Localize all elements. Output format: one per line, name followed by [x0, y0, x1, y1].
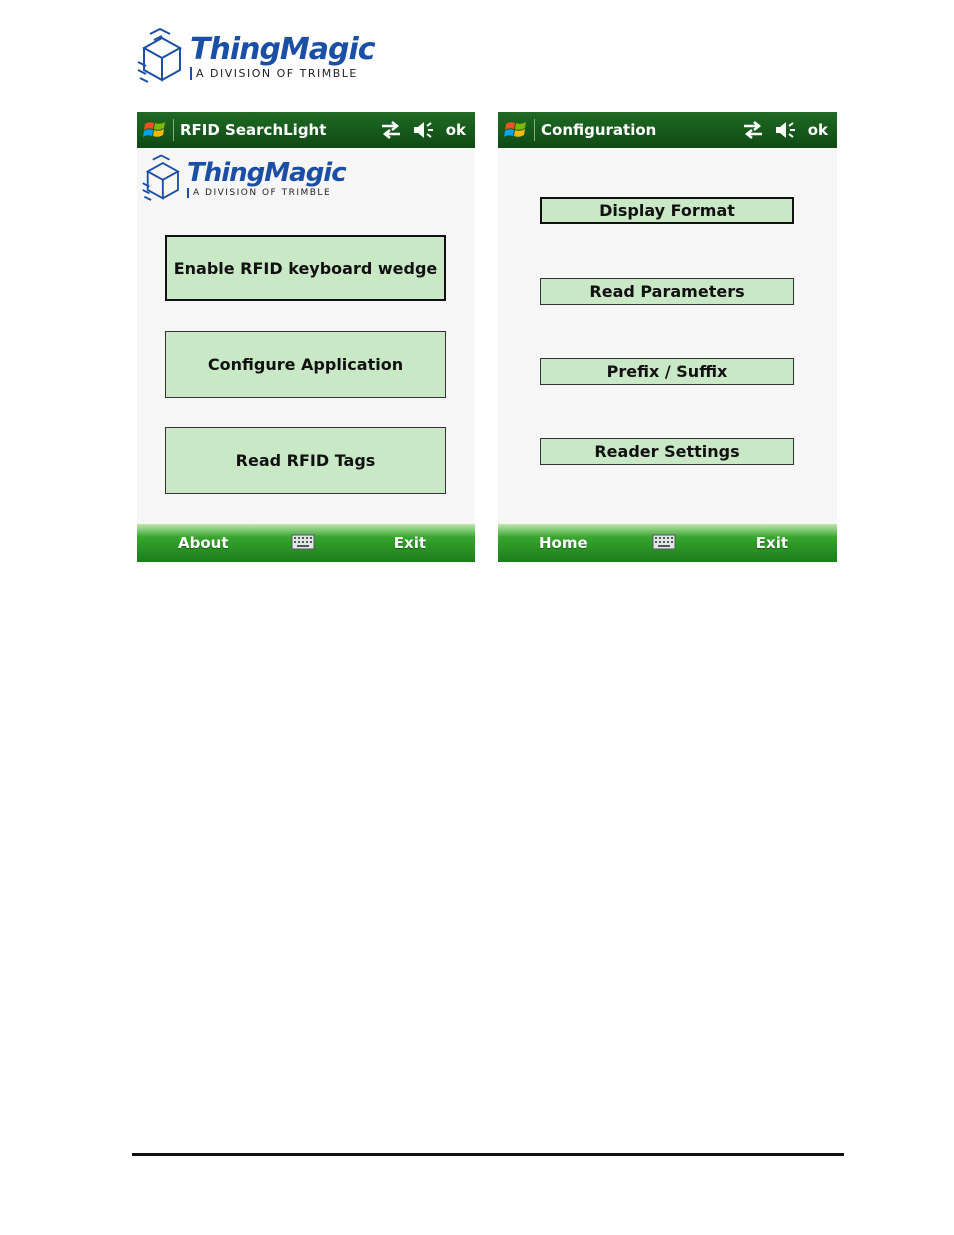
read-rfid-tags-button[interactable]: Read RFID Tags — [165, 427, 446, 494]
title-separator — [534, 119, 535, 141]
logo-tagline: A DIVISION OF TRIMBLE — [190, 66, 375, 80]
configuration-screen: Configuration ok Display Format Read Par… — [498, 112, 837, 562]
prefix-suffix-button[interactable]: Prefix / Suffix — [540, 358, 794, 385]
logo-name: ThingMagic — [187, 158, 347, 188]
keyboard-icon[interactable] — [291, 534, 315, 550]
speaker-icon[interactable] — [412, 120, 436, 140]
connectivity-icon[interactable] — [380, 121, 402, 139]
thingmagic-logo-small: ThingMagic A DIVISION OF TRIMBLE — [141, 152, 347, 206]
title-bar: Configuration ok — [498, 112, 837, 148]
reader-settings-button[interactable]: Reader Settings — [540, 438, 794, 465]
title-separator — [173, 119, 174, 141]
main-menu-screen: RFID SearchLight ok ThingMagic A DIVISIO… — [137, 112, 475, 562]
windows-start-icon[interactable] — [502, 116, 530, 144]
soft-key-bar: About Exit — [137, 524, 475, 562]
read-parameters-button[interactable]: Read Parameters — [540, 278, 794, 305]
ok-button[interactable]: ok — [446, 121, 466, 139]
keyboard-icon[interactable] — [652, 534, 676, 550]
exit-softkey[interactable]: Exit — [756, 534, 788, 552]
logo-tagline: A DIVISION OF TRIMBLE — [187, 188, 346, 198]
soft-key-bar: Home Exit — [498, 524, 837, 562]
about-softkey[interactable]: About — [178, 534, 229, 552]
window-title: RFID SearchLight — [180, 121, 327, 139]
title-bar: RFID SearchLight ok — [137, 112, 475, 148]
thingmagic-logo: ThingMagic A DIVISION OF TRIMBLE — [136, 26, 376, 88]
speaker-icon[interactable] — [774, 120, 798, 140]
thingmagic-logo-icon — [142, 154, 180, 201]
windows-start-icon[interactable] — [141, 116, 169, 144]
home-softkey[interactable]: Home — [539, 534, 588, 552]
footer-rule — [132, 1153, 844, 1156]
thingmagic-logo-icon — [137, 27, 183, 83]
logo-name: ThingMagic — [190, 31, 376, 67]
configure-application-button[interactable]: Configure Application — [165, 331, 446, 398]
ok-button[interactable]: ok — [808, 121, 828, 139]
enable-keyboard-wedge-button[interactable]: Enable RFID keyboard wedge — [165, 235, 446, 301]
display-format-button[interactable]: Display Format — [540, 197, 794, 224]
connectivity-icon[interactable] — [742, 121, 764, 139]
window-title: Configuration — [541, 121, 657, 139]
exit-softkey[interactable]: Exit — [394, 534, 426, 552]
